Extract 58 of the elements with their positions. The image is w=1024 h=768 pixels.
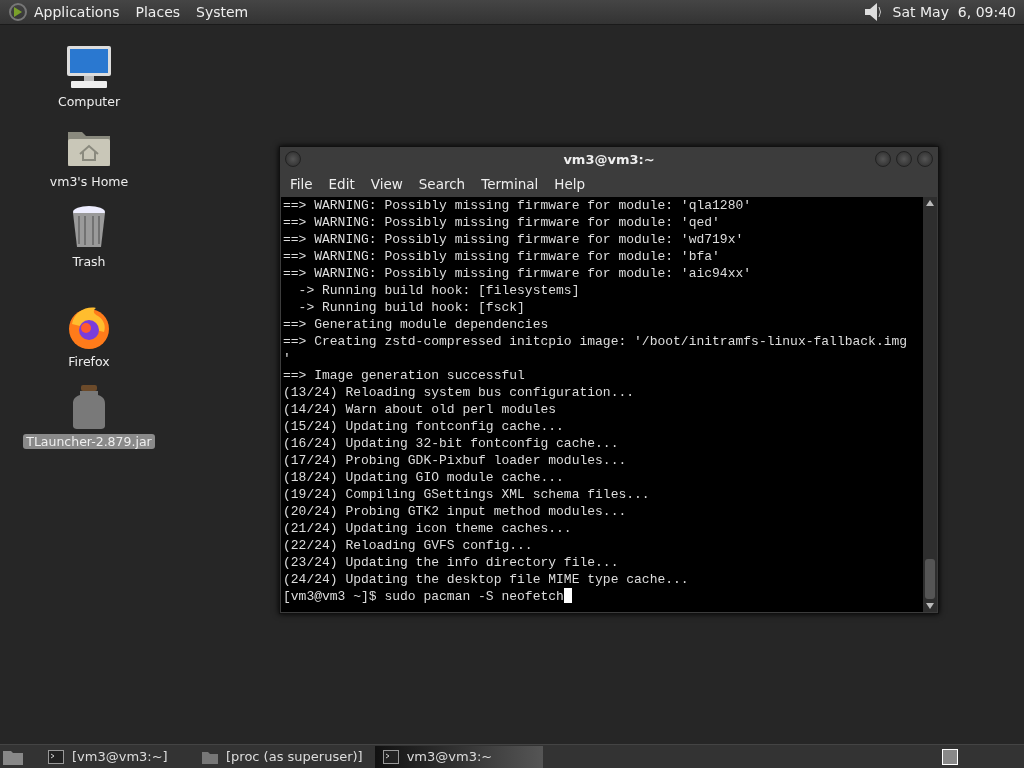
panel-menu[interactable]: System bbox=[196, 2, 249, 22]
terminal-line: -> Running build hook: [filesystems] bbox=[297, 282, 581, 299]
terminal-line: (20/24) Probing GTK2 input method modules... bbox=[283, 503, 628, 520]
workspace-switcher[interactable] bbox=[942, 749, 958, 765]
minimize-button[interactable] bbox=[875, 151, 891, 167]
taskbar-button[interactable]: [vm3@vm3:~] bbox=[40, 745, 190, 768]
desktop-icon-label[interactable]: Firefox bbox=[65, 354, 113, 369]
terminal-line: (21/24) Updating icon theme caches... bbox=[283, 520, 573, 537]
computer-icon bbox=[65, 44, 113, 90]
terminal-line: (16/24) Updating 32-bit fontconfig cache... bbox=[283, 435, 620, 452]
terminal-line: ==> Generating module dependencies bbox=[283, 316, 550, 333]
terminal-line: (13/24) Reloading system bus configuration... bbox=[283, 384, 636, 401]
taskbar-button[interactable]: vm3@vm3:~ bbox=[374, 745, 543, 768]
panel-menu[interactable]: Places bbox=[135, 2, 181, 22]
menu-item[interactable]: Terminal bbox=[475, 176, 549, 192]
scroll-down-icon[interactable] bbox=[926, 603, 934, 609]
menu-item[interactable]: Help bbox=[548, 176, 596, 192]
window-menu-button[interactable] bbox=[285, 151, 301, 167]
logo-icon[interactable] bbox=[8, 2, 28, 22]
scroll-up-icon[interactable] bbox=[926, 200, 934, 206]
terminal-line: ' bbox=[283, 350, 292, 367]
terminal-prompt: [vm3@vm3 ~]$ sudo pacman -S neofetch bbox=[283, 589, 564, 604]
window-title: vm3@vm3:~ bbox=[563, 151, 655, 167]
terminal-line: -> Running build hook: [fsck] bbox=[297, 299, 526, 316]
terminal-line: ==> WARNING: Possibly missing firmware for module: 'wd719x' bbox=[283, 231, 745, 248]
terminal-line: ==> WARNING: Possibly missing firmware for module: 'qed' bbox=[283, 214, 721, 231]
scroll-thumb[interactable] bbox=[925, 559, 935, 599]
clock[interactable]: Sat May 6, 09:40 bbox=[892, 4, 1016, 20]
desktop-icon-label[interactable]: vm3's Home bbox=[46, 174, 132, 189]
terminal-line: ==> Creating zstd-compressed initcpio image: '/boot/initramfs-linux-fallback.img bbox=[283, 333, 909, 350]
terminal-line: (22/24) Reloading GVFS config... bbox=[283, 537, 534, 554]
cursor bbox=[563, 588, 572, 603]
terminal-line: (24/24) Updating the desktop file MIME type cache... bbox=[283, 571, 690, 588]
close-button[interactable] bbox=[917, 151, 933, 167]
terminal-line: ==> WARNING: Possibly missing firmware for module: 'aic94xx' bbox=[283, 265, 753, 282]
terminal-line: ==> WARNING: Possibly missing firmware for module: 'qla1280' bbox=[283, 197, 753, 214]
desktop-icon-label[interactable]: Computer bbox=[54, 94, 124, 109]
panel-menu[interactable]: Applications bbox=[34, 2, 120, 22]
scrollbar[interactable] bbox=[923, 197, 937, 612]
menu-item[interactable]: View bbox=[364, 176, 413, 192]
taskbar-button[interactable]: [proc (as superuser)] bbox=[194, 745, 371, 768]
folder-icon bbox=[202, 749, 218, 764]
menu-item[interactable]: File bbox=[284, 176, 323, 192]
terminal-line: ==> WARNING: Possibly missing firmware for module: 'bfa' bbox=[283, 248, 721, 265]
terminal-icon bbox=[48, 749, 64, 764]
terminal-line: (23/24) Updating the info directory file... bbox=[283, 554, 620, 571]
jar-icon bbox=[72, 384, 106, 430]
terminal-line: (18/24) Updating GIO module cache... bbox=[283, 469, 565, 486]
menu-item[interactable]: Search bbox=[412, 176, 476, 192]
terminal-line: (17/24) Probing GDK-Pixbuf loader modules... bbox=[283, 452, 628, 469]
desktop-icon-label[interactable]: Trash bbox=[69, 254, 109, 269]
menu-item[interactable]: Edit bbox=[322, 176, 365, 192]
terminal-line: (19/24) Compiling GSettings XML schema files... bbox=[283, 486, 651, 503]
maximize-button[interactable] bbox=[896, 151, 912, 167]
terminal-line: ==> Image generation successful bbox=[283, 367, 526, 384]
terminal-line: (14/24) Warn about old perl modules bbox=[283, 401, 558, 418]
terminal-icon bbox=[382, 749, 399, 764]
terminal-line: (15/24) Updating fontconfig cache... bbox=[283, 418, 565, 435]
